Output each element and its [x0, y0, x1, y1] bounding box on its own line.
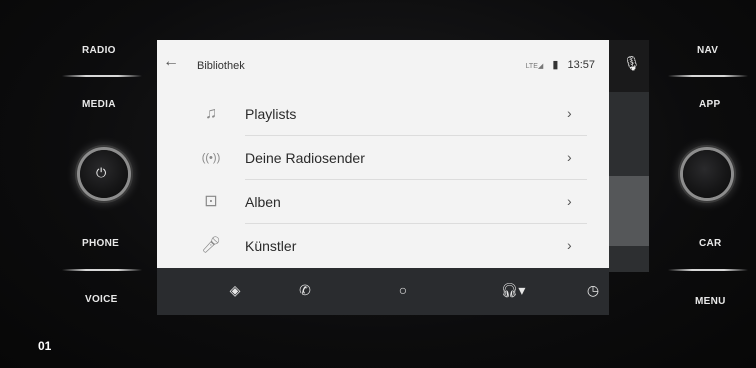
radio-button[interactable]: RADIO — [82, 45, 116, 56]
figure-number: 01 — [38, 339, 52, 353]
list-item-radio-stations[interactable]: ((•)) Deine Radiosender › — [157, 136, 609, 180]
home-icon[interactable]: ○ — [391, 280, 415, 300]
power-icon: ⏻ — [96, 165, 107, 180]
navigation-icon[interactable]: ◈ — [223, 280, 247, 300]
status-bar: ← Bibliothek LTE◢ ▮ 13:57 — [157, 40, 609, 92]
headphones-icon[interactable]: 🎧︎▾ — [495, 280, 531, 300]
volume-power-knob[interactable]: ⏻ — [80, 150, 128, 198]
left-divider-bottom — [62, 269, 142, 271]
lte-signal-icon: LTE◢ — [525, 63, 544, 70]
playlist-icon: ♫ — [205, 105, 217, 122]
list-item-albums[interactable]: ⊡ Alben › — [157, 180, 609, 224]
media-button[interactable]: MEDIA — [82, 99, 116, 110]
chevron-right-icon: › — [567, 105, 572, 121]
artist-icon: 🎤︎ — [201, 237, 222, 254]
voice-button[interactable]: VOICE — [85, 294, 118, 305]
recents-icon[interactable]: ◷ — [581, 280, 605, 300]
app-button[interactable]: APP — [699, 99, 720, 110]
status-indicators: LTE◢ ▮ 13:57 — [514, 58, 595, 71]
list-item-artists[interactable]: 🎤︎ Künstler › — [157, 224, 609, 268]
phone-icon[interactable]: ✆ — [293, 280, 317, 300]
list-item-label: Deine Radiosender — [245, 150, 365, 166]
list-item-label: Künstler — [245, 238, 297, 254]
voice-panel: 🎙︎ — [609, 40, 649, 92]
clock: 13:57 — [567, 59, 595, 71]
tuning-knob[interactable] — [683, 150, 731, 198]
album-icon: ⊡ — [204, 193, 218, 210]
car-button[interactable]: CAR — [699, 238, 722, 249]
chevron-right-icon: › — [567, 149, 572, 165]
chevron-right-icon: › — [567, 237, 572, 253]
screen-edge-panel — [609, 92, 649, 272]
list-item-label: Alben — [245, 194, 281, 210]
left-divider-top — [62, 75, 142, 77]
menu-button[interactable]: MENU — [695, 296, 726, 307]
phone-button[interactable]: PHONE — [82, 238, 119, 249]
chevron-right-icon: › — [567, 193, 572, 209]
edge-highlight — [609, 176, 649, 246]
nav-button[interactable]: NAV — [697, 45, 718, 56]
right-divider-bottom — [668, 269, 748, 271]
bottom-nav-bar: ◈ ✆ ○ 🎧︎▾ ◷ — [157, 268, 609, 315]
page-title: Bibliothek — [197, 60, 245, 72]
list-item-label: Playlists — [245, 106, 297, 122]
library-list: ♫ Playlists › ((•)) Deine Radiosender › … — [157, 92, 609, 268]
back-arrow-icon[interactable]: ← — [163, 54, 179, 70]
battery-icon: ▮ — [552, 59, 559, 71]
right-divider-top — [668, 75, 748, 77]
android-auto-screen: ← Bibliothek LTE◢ ▮ 13:57 ♫ Playlists › … — [157, 40, 609, 315]
list-item-playlists[interactable]: ♫ Playlists › — [157, 92, 609, 136]
microphone-icon[interactable]: 🎙︎ — [623, 55, 641, 72]
radio-station-icon: ((•)) — [201, 152, 221, 164]
